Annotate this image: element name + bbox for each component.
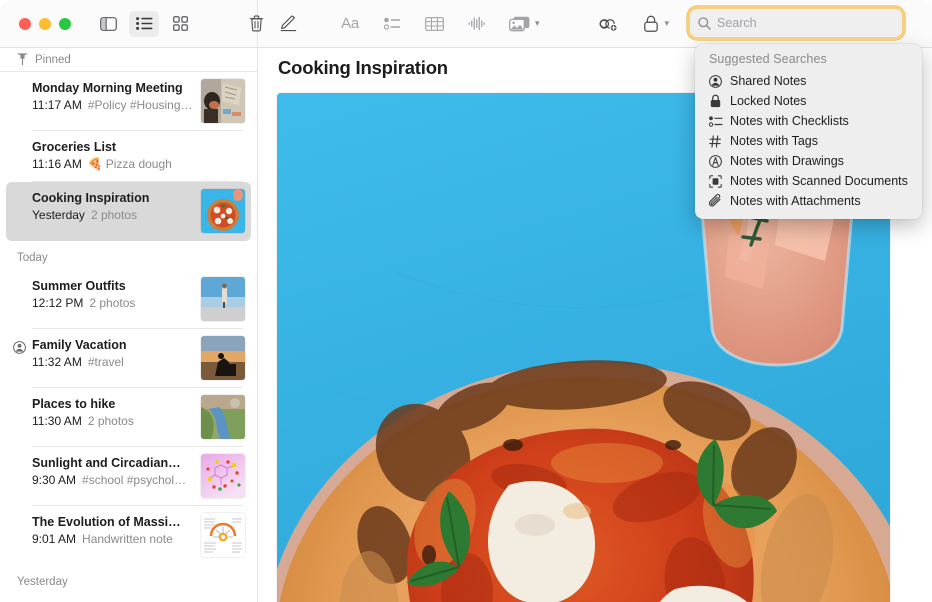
suggested-searches-dropdown[interactable]: Suggested Searches Shared Notes Locked N…	[695, 44, 922, 219]
menu-item-label: Notes with Scanned Documents	[730, 174, 908, 188]
pin-icon	[17, 53, 28, 66]
gallery-view-icon[interactable]	[165, 11, 195, 37]
menu-item-label: Notes with Tags	[730, 134, 818, 148]
note-time: 11:32 AM	[32, 354, 82, 371]
list-item[interactable]: Yosemite National Park	[6, 594, 251, 602]
note-subtitle: #school #psychol…	[82, 472, 186, 489]
section-label-today: Today	[0, 241, 257, 270]
titlebar-sidebar-section	[0, 0, 258, 47]
scan-icon	[707, 173, 724, 189]
checklist-icon	[707, 113, 724, 129]
note-title: Places to hike	[32, 396, 193, 412]
menu-item-notes-with-tags[interactable]: Notes with Tags	[695, 131, 922, 151]
search-icon	[698, 17, 711, 30]
menu-item-shared-notes[interactable]: Shared Notes	[695, 71, 922, 91]
hash-icon	[707, 133, 724, 149]
zoom-button[interactable]	[59, 18, 71, 30]
pinned-label: Pinned	[35, 54, 71, 66]
pinned-section-header: Pinned	[0, 48, 257, 72]
notes-window: Aa	[0, 0, 932, 602]
note-thumbnail	[201, 79, 245, 123]
drawing-icon	[707, 153, 724, 169]
list-item[interactable]: Monday Morning Meeting 11:17 AM #Policy …	[6, 72, 251, 131]
note-thumbnail	[201, 336, 245, 380]
menu-item-label: Shared Notes	[730, 74, 806, 88]
note-title: Summer Outfits	[32, 278, 193, 294]
note-time: 11:17 AM	[32, 97, 82, 114]
titlebar-main-section: Aa	[258, 0, 932, 47]
collaborate-icon[interactable]	[594, 11, 622, 37]
menu-item-label: Notes with Checklists	[730, 114, 849, 128]
note-time: 9:01 AM	[32, 531, 76, 548]
list-item[interactable]: Groceries List 11:16 AM 🍕 Pizza dough	[6, 131, 251, 182]
note-title: Sunlight and Circadian…	[32, 455, 193, 471]
list-view-icon[interactable]	[129, 11, 159, 37]
minimize-button[interactable]	[39, 18, 51, 30]
compose-icon[interactable]	[272, 11, 304, 37]
note-time: 11:30 AM	[32, 413, 82, 430]
lock-icon	[707, 93, 724, 109]
note-title: The Evolution of Massi…	[32, 514, 193, 530]
note-time: 12:12 PM	[32, 295, 83, 312]
media-chevron-down-icon[interactable]: ▾	[535, 18, 540, 29]
today-notes-group: Summer Outfits 12:12 PM 2 photos	[0, 270, 257, 565]
search-field[interactable]	[690, 9, 902, 37]
menu-item-label: Locked Notes	[730, 94, 806, 108]
note-thumbnail	[201, 395, 245, 439]
list-item[interactable]: The Evolution of Massi… 9:01 AM Handwrit…	[6, 506, 251, 565]
menu-item-notes-with-drawings[interactable]: Notes with Drawings	[695, 151, 922, 171]
audio-icon[interactable]	[460, 11, 492, 37]
menu-item-notes-with-checklists[interactable]: Notes with Checklists	[695, 111, 922, 131]
list-item[interactable]: Places to hike 11:30 AM 2 photos	[6, 388, 251, 447]
note-title: Groceries List	[32, 139, 245, 155]
note-thumbnail	[201, 454, 245, 498]
note-subtitle: 2 photos	[88, 413, 134, 430]
menu-item-label: Notes with Attachments	[730, 194, 861, 208]
window-controls	[19, 18, 71, 30]
note-time: Yesterday	[32, 207, 85, 224]
shared-person-icon	[12, 340, 26, 354]
table-icon[interactable]	[418, 11, 450, 37]
close-button[interactable]	[19, 18, 31, 30]
note-subtitle: 🍕 Pizza dough	[88, 156, 172, 173]
shared-person-icon	[707, 73, 724, 89]
search-input[interactable]	[717, 16, 887, 30]
menu-item-notes-with-attachments[interactable]: Notes with Attachments	[695, 191, 922, 211]
section-label-yesterday: Yesterday	[0, 565, 257, 594]
list-item[interactable]: Summer Outfits 12:12 PM 2 photos	[6, 270, 251, 329]
note-subtitle: Handwritten note	[82, 531, 173, 548]
menu-item-label: Notes with Drawings	[730, 154, 844, 168]
list-item[interactable]: Sunlight and Circadian… 9:30 AM #school …	[6, 447, 251, 506]
note-subtitle: 2 photos	[91, 207, 137, 224]
note-subtitle: #travel	[88, 354, 124, 371]
pinned-notes-group: Monday Morning Meeting 11:17 AM #Policy …	[0, 72, 257, 241]
list-item[interactable]: Family Vacation 11:32 AM #travel	[6, 329, 251, 388]
sidebar-toggle-icon[interactable]	[93, 11, 123, 37]
checklist-icon[interactable]	[376, 11, 408, 37]
search-container	[690, 9, 902, 37]
note-time: 9:30 AM	[32, 472, 76, 489]
note-title: Family Vacation	[32, 337, 193, 353]
note-thumbnail	[201, 513, 245, 557]
note-thumbnail	[201, 277, 245, 321]
lock-chevron-down-icon[interactable]: ▾	[665, 18, 670, 29]
list-item[interactable]: Cooking Inspiration Yesterday 2 photos	[6, 182, 251, 241]
window-titlebar: Aa	[0, 0, 932, 48]
note-title: Monday Morning Meeting	[32, 80, 193, 96]
note-subtitle: 2 photos	[89, 295, 135, 312]
format-text-icon[interactable]: Aa	[334, 11, 366, 37]
menu-item-notes-with-scanned-documents[interactable]: Notes with Scanned Documents	[695, 171, 922, 191]
pizza-emoji-icon: 🍕	[88, 156, 103, 173]
paperclip-icon	[707, 193, 724, 209]
lock-icon[interactable]	[640, 11, 662, 37]
note-subtitle: #Policy #Housing…	[88, 97, 193, 114]
suggested-searches-header: Suggested Searches	[695, 51, 922, 71]
note-title: Cooking Inspiration	[32, 190, 193, 206]
notes-list-sidebar[interactable]: Pinned Monday Morning Meeting 11:17 AM #…	[0, 48, 258, 602]
media-icon[interactable]	[506, 11, 532, 37]
note-thumbnail	[201, 189, 245, 233]
note-time: 11:16 AM	[32, 156, 82, 173]
note-subtitle-text: Pizza dough	[106, 156, 172, 173]
menu-item-locked-notes[interactable]: Locked Notes	[695, 91, 922, 111]
